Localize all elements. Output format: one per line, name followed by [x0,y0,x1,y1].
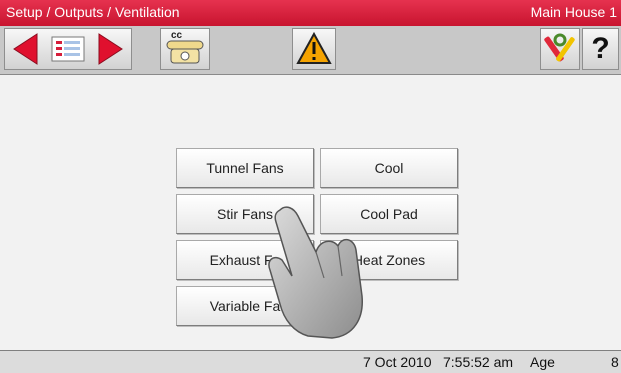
age-value: 8 [611,354,619,370]
status-bar: 7 Oct 2010 7:55:52 am Age 8 [0,350,621,373]
help-icon: ? [591,32,610,65]
call-center-button[interactable]: cc [160,28,210,70]
document-list-icon[interactable] [47,29,89,69]
tunnel-fans-button[interactable]: Tunnel Fans [176,148,314,188]
help-button[interactable]: ? [582,28,619,70]
navigation-group [4,28,132,70]
tools-button[interactable] [540,28,580,70]
wrench-tools-icon [544,33,575,62]
pointing-hand-icon [268,206,363,339]
alarm-button[interactable] [292,28,336,70]
breadcrumb: Setup / Outputs / Ventilation [6,4,180,20]
title-bar: Setup / Outputs / Ventilation Main House… [0,0,621,26]
arrow-right-icon[interactable] [89,29,131,69]
status-time: 7:55:52 am [443,354,514,370]
arrow-left-icon[interactable] [5,29,47,69]
location-label: Main House 1 [530,4,617,20]
telephone-icon [166,40,204,64]
age-label: Age [530,354,555,370]
toolbar: cc ? [0,26,621,75]
cc-label: cc [171,30,183,41]
warning-triangle-icon [296,31,332,64]
status-date: 7 Oct 2010 [363,354,432,370]
cool-button[interactable]: Cool [320,148,458,188]
